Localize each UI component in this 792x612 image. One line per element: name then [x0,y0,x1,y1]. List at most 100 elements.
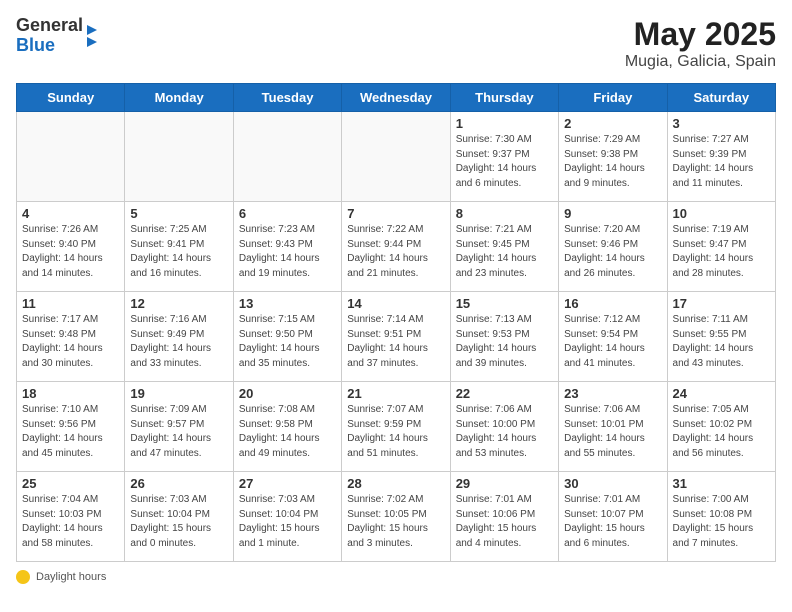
weekday-header: Sunday [17,84,125,112]
sun-icon [16,570,30,584]
logo-text: General Blue [16,16,83,56]
day-info: Sunrise: 7:13 AM Sunset: 9:53 PM Dayligh… [456,313,553,371]
logo-arrow-bottom [87,37,97,47]
calendar-header-row: SundayMondayTuesdayWednesdayThursdayFrid… [17,84,776,112]
footer: Daylight hours [16,570,776,584]
weekday-header: Thursday [450,84,558,112]
day-number: 30 [564,476,661,491]
day-info: Sunrise: 7:16 AM Sunset: 9:49 PM Dayligh… [130,313,227,371]
day-number: 24 [673,386,770,401]
page-subtitle: Mugia, Galicia, Spain [625,53,776,71]
calendar-day-cell: 29 Sunrise: 7:01 AM Sunset: 10:06 PM Dayl… [450,472,558,562]
day-info: Sunrise: 7:08 AM Sunset: 9:58 PM Dayligh… [239,403,336,461]
day-info: Sunrise: 7:07 AM Sunset: 9:59 PM Dayligh… [347,403,444,461]
calendar-day-cell [342,112,450,202]
day-info: Sunrise: 7:02 AM Sunset: 10:05 PM Daylig… [347,493,444,551]
logo-blue: Blue [16,35,55,55]
day-number: 22 [456,386,553,401]
day-number: 23 [564,386,661,401]
calendar-day-cell: 19Sunrise: 7:09 AM Sunset: 9:57 PM Dayli… [125,382,233,472]
calendar-day-cell: 30 Sunrise: 7:01 AM Sunset: 10:07 PM Dayl… [559,472,667,562]
day-info: Sunrise: 7:06 AM Sunset: 10:00 PM Daylig… [456,403,553,461]
day-number: 7 [347,206,444,221]
day-info: Sunrise: 7:14 AM Sunset: 9:51 PM Dayligh… [347,313,444,371]
day-info: Sunrise: 7:25 AM Sunset: 9:41 PM Dayligh… [130,223,227,281]
calendar-week-row: 4Sunrise: 7:26 AM Sunset: 9:40 PM Daylig… [17,202,776,292]
day-number: 6 [239,206,336,221]
calendar-day-cell: 11 Sunrise: 7:17 AM Sunset: 9:48 PM Dayli… [17,292,125,382]
day-number: 13 [239,296,336,311]
calendar-day-cell: 18Sunrise: 7:10 AM Sunset: 9:56 PM Dayli… [17,382,125,472]
calendar-day-cell: 5Sunrise: 7:25 AM Sunset: 9:41 PM Daylig… [125,202,233,292]
day-number: 29 [456,476,553,491]
day-info: Sunrise: 7:29 AM Sunset: 9:38 PM Dayligh… [564,133,661,191]
calendar-day-cell: 27 Sunrise: 7:03 AM Sunset: 10:04 PM Dayl… [233,472,341,562]
day-info: Sunrise: 7:10 AM Sunset: 9:56 PM Dayligh… [22,403,119,461]
day-info: Sunrise: 7:03 AM Sunset: 10:04 PM Daylig… [239,493,336,551]
day-info: Sunrise: 7:20 AM Sunset: 9:46 PM Dayligh… [564,223,661,281]
calendar-day-cell [125,112,233,202]
day-number: 11 [22,296,119,311]
calendar-day-cell: 10 Sunrise: 7:19 AM Sunset: 9:47 PM Dayli… [667,202,775,292]
calendar-day-cell: 20 Sunrise: 7:08 AM Sunset: 9:58 PM Dayli… [233,382,341,472]
day-info: Sunrise: 7:04 AM Sunset: 10:03 PM Daylig… [22,493,119,551]
day-number: 12 [130,296,227,311]
day-number: 17 [673,296,770,311]
calendar-day-cell [233,112,341,202]
calendar-day-cell: 24Sunrise: 7:05 AM Sunset: 10:02 PM Dayl… [667,382,775,472]
day-info: Sunrise: 7:22 AM Sunset: 9:44 PM Dayligh… [347,223,444,281]
weekday-header: Friday [559,84,667,112]
day-number: 25 [22,476,119,491]
day-number: 19 [130,386,227,401]
day-info: Sunrise: 7:21 AM Sunset: 9:45 PM Dayligh… [456,223,553,281]
day-number: 28 [347,476,444,491]
day-info: Sunrise: 7:12 AM Sunset: 9:54 PM Dayligh… [564,313,661,371]
calendar-day-cell: 7 Sunrise: 7:22 AM Sunset: 9:44 PM Daylig… [342,202,450,292]
day-number: 2 [564,116,661,131]
day-number: 15 [456,296,553,311]
calendar-day-cell: 4Sunrise: 7:26 AM Sunset: 9:40 PM Daylig… [17,202,125,292]
weekday-header: Wednesday [342,84,450,112]
day-info: Sunrise: 7:17 AM Sunset: 9:48 PM Dayligh… [22,313,119,371]
calendar-day-cell: 13 Sunrise: 7:15 AM Sunset: 9:50 PM Dayli… [233,292,341,382]
day-info: Sunrise: 7:19 AM Sunset: 9:47 PM Dayligh… [673,223,770,281]
day-number: 16 [564,296,661,311]
calendar-day-cell: 12 Sunrise: 7:16 AM Sunset: 9:49 PM Dayli… [125,292,233,382]
calendar-day-cell: 1Sunrise: 7:30 AM Sunset: 9:37 PM Daylig… [450,112,558,202]
day-number: 31 [673,476,770,491]
day-info: Sunrise: 7:11 AM Sunset: 9:55 PM Dayligh… [673,313,770,371]
footer-label: Daylight hours [36,571,106,583]
day-number: 9 [564,206,661,221]
calendar-day-cell: 28 Sunrise: 7:02 AM Sunset: 10:05 PM Dayl… [342,472,450,562]
calendar-day-cell: 2 Sunrise: 7:29 AM Sunset: 9:38 PM Daylig… [559,112,667,202]
weekday-header: Saturday [667,84,775,112]
calendar-week-row: 25 Sunrise: 7:04 AM Sunset: 10:03 PM Dayl… [17,472,776,562]
calendar-day-cell: 14Sunrise: 7:14 AM Sunset: 9:51 PM Dayli… [342,292,450,382]
calendar-day-cell: 21 Sunrise: 7:07 AM Sunset: 9:59 PM Dayli… [342,382,450,472]
day-info: Sunrise: 7:01 AM Sunset: 10:06 PM Daylig… [456,493,553,551]
logo-arrow-top [87,25,97,35]
calendar-day-cell: 17 Sunrise: 7:11 AM Sunset: 9:55 PM Dayli… [667,292,775,382]
calendar-week-row: 11 Sunrise: 7:17 AM Sunset: 9:48 PM Dayli… [17,292,776,382]
day-number: 26 [130,476,227,491]
calendar-day-cell: 6Sunrise: 7:23 AM Sunset: 9:43 PM Daylig… [233,202,341,292]
day-info: Sunrise: 7:26 AM Sunset: 9:40 PM Dayligh… [22,223,119,281]
logo: General Blue [16,16,97,56]
calendar-day-cell: 31Sunrise: 7:00 AM Sunset: 10:08 PM Dayl… [667,472,775,562]
day-number: 20 [239,386,336,401]
day-number: 27 [239,476,336,491]
day-number: 3 [673,116,770,131]
calendar-day-cell: 16 Sunrise: 7:12 AM Sunset: 9:54 PM Dayli… [559,292,667,382]
day-info: Sunrise: 7:27 AM Sunset: 9:39 PM Dayligh… [673,133,770,191]
day-number: 10 [673,206,770,221]
weekday-header: Monday [125,84,233,112]
title-block: May 2025 Mugia, Galicia, Spain [625,16,776,71]
day-info: Sunrise: 7:15 AM Sunset: 9:50 PM Dayligh… [239,313,336,371]
page-title: May 2025 [625,16,776,53]
day-info: Sunrise: 7:01 AM Sunset: 10:07 PM Daylig… [564,493,661,551]
calendar-day-cell: 3 Sunrise: 7:27 AM Sunset: 9:39 PM Daylig… [667,112,775,202]
calendar-day-cell [17,112,125,202]
day-number: 21 [347,386,444,401]
day-info: Sunrise: 7:30 AM Sunset: 9:37 PM Dayligh… [456,133,553,191]
logo-general: General [16,15,83,35]
